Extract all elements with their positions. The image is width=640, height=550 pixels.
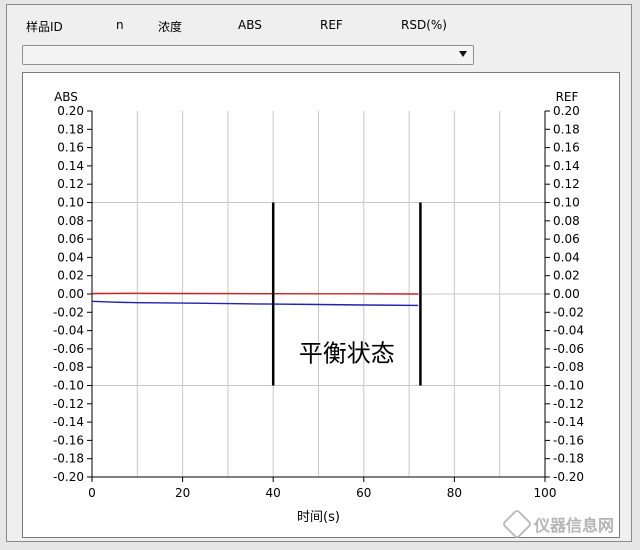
y-tick-label-left: -0.02 (53, 305, 84, 319)
series-line-1 (91, 292, 419, 295)
y-tick-label-left: -0.16 (53, 433, 84, 447)
x-axis-label: 时间(s) (297, 510, 340, 525)
y-tick-label-left: -0.20 (53, 470, 84, 484)
y-tick-label-right: 0.04 (553, 250, 580, 264)
y-tick-label-left: 0.00 (57, 287, 84, 301)
y-tick-label-right: -0.14 (553, 415, 584, 429)
y-tick-label-left: -0.14 (53, 415, 84, 429)
y-tick-label-right: -0.02 (553, 305, 584, 319)
y-tick-label-right: 0.06 (553, 232, 580, 246)
y-tick-label-right: -0.08 (553, 360, 584, 374)
y-tick-label-left: -0.10 (53, 379, 84, 393)
y-tick-label-right: 0.10 (553, 196, 580, 210)
y-tick-label-right: -0.16 (553, 433, 584, 447)
y-tick-label-right: 0.08 (553, 214, 580, 228)
y-tick-label-right: 0.16 (553, 141, 580, 155)
y-tick-label-left: 0.08 (57, 214, 84, 228)
y-tick-label-right: 0.12 (553, 177, 580, 191)
y-tick-label-left: -0.08 (53, 360, 84, 374)
y-tick-label-left: 0.06 (57, 232, 84, 246)
equilibrium-annotation: 平衡状态 (299, 339, 395, 367)
y-tick-label-right: -0.10 (553, 379, 584, 393)
watermark-text: 仪器信息网 (534, 516, 615, 535)
y-tick-label-left: -0.12 (53, 397, 84, 411)
abs-ref-chart: 0.20 0.20 0.18 0.18 0.16 0.16 0.14 0.14 0.12 0.12… (53, 90, 584, 525)
y-tick-label-right: -0.04 (553, 324, 584, 338)
watermark: 仪器信息网 (501, 508, 636, 540)
y-tick-label-left: 0.02 (57, 269, 84, 283)
y-tick-label-left: -0.18 (53, 452, 84, 466)
y-tick-label-right: 0.00 (553, 287, 580, 301)
y-tick-label-left: -0.06 (53, 342, 84, 356)
y-tick-label-left: 0.14 (57, 159, 84, 173)
y-tick-label-right: -0.18 (553, 452, 584, 466)
y-tick-label-right: 0.02 (553, 269, 580, 283)
watermark-logo-icon (501, 508, 533, 540)
x-tick-label: 40 (266, 486, 281, 500)
y-tick-label-right: 0.18 (553, 122, 580, 136)
x-tick-label: 60 (356, 486, 371, 500)
x-tick-label: 0 (88, 486, 96, 500)
x-tick-label: 20 (175, 486, 190, 500)
y-tick-label-left: 0.18 (57, 122, 84, 136)
y-tick-label-right: 0.20 (553, 104, 580, 118)
series-line-2 (91, 300, 419, 307)
y-axis-label-left: ABS (54, 90, 78, 104)
x-tick-label: 80 (447, 486, 462, 500)
y-tick-label-left: 0.20 (57, 104, 84, 118)
y-tick-label-right: 0.14 (553, 159, 580, 173)
y-tick-label-right: -0.20 (553, 470, 584, 484)
y-tick-label-left: 0.10 (57, 196, 84, 210)
y-tick-label-left: 0.04 (57, 250, 84, 264)
y-tick-label-left: -0.04 (53, 324, 84, 338)
y-tick-label-left: 0.16 (57, 141, 84, 155)
y-tick-label-right: -0.06 (553, 342, 584, 356)
y-tick-label-right: -0.12 (553, 397, 584, 411)
x-tick-label: 100 (534, 486, 557, 500)
y-tick-label-left: 0.12 (57, 177, 84, 191)
y-axis-label-right: REF (556, 90, 579, 104)
